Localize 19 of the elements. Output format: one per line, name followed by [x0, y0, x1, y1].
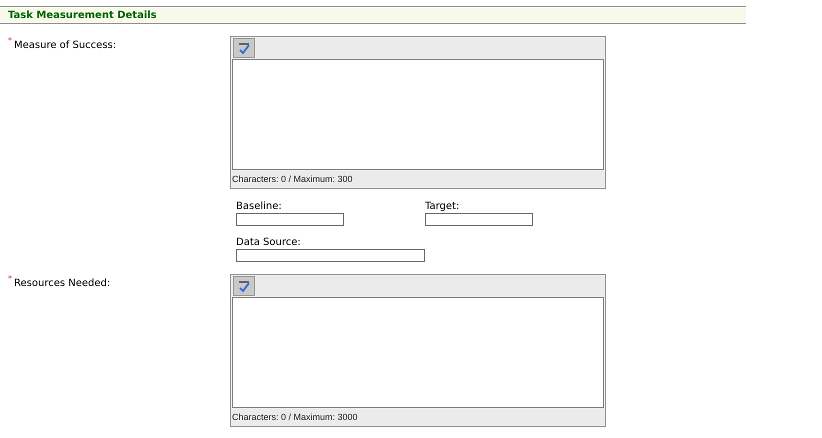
spellcheck-button[interactable]: [233, 38, 255, 58]
input-field[interactable]: [425, 213, 533, 226]
spellcheck-icon: [236, 40, 252, 56]
spellcheck-button[interactable]: [233, 276, 255, 296]
required-mark: *: [8, 275, 12, 283]
field-label: Resources Needed:: [14, 278, 110, 289]
spellcheck-icon: [236, 278, 252, 294]
character-counter: Characters: 0 / Maximum: 3000: [231, 411, 359, 424]
section-title: Task Measurement Details: [8, 10, 157, 20]
character-counter: Characters: 0 / Maximum: 300: [231, 173, 354, 186]
field-label: Data Source:: [236, 237, 302, 249]
field-label: Baseline:: [236, 201, 283, 213]
input-field[interactable]: [236, 213, 344, 226]
field-label: Target:: [425, 201, 460, 213]
required-mark: *: [8, 37, 12, 45]
input-field[interactable]: [236, 249, 425, 262]
text-area[interactable]: [232, 297, 604, 408]
text-area[interactable]: [232, 59, 604, 170]
field-label: Measure of Success:: [14, 40, 116, 51]
